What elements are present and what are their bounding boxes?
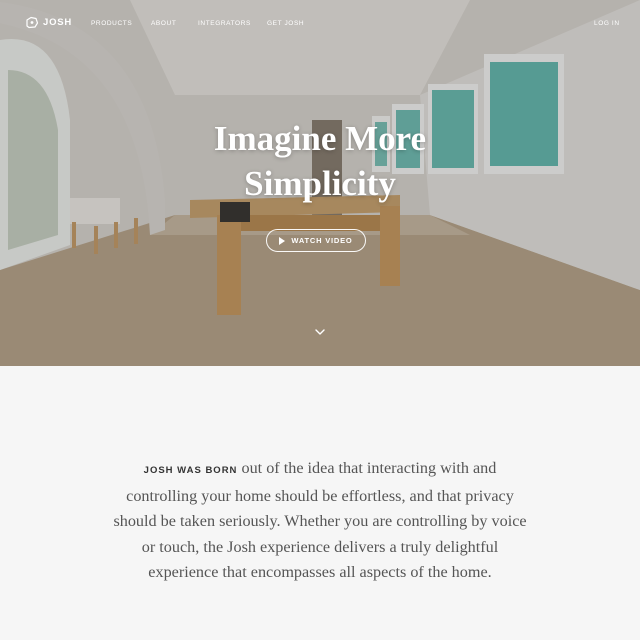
hero-headline: Imagine More Simplicity [0, 116, 640, 206]
hero-section: JOSH PRODUCTS ABOUT INTEGRATORS GET JOSH… [0, 0, 640, 366]
nav-link-products[interactable]: PRODUCTS [91, 20, 132, 27]
watch-video-label: WATCH VIDEO [291, 236, 353, 245]
hero-headline-line-1: Imagine More [213, 119, 427, 158]
intro-paragraph: JOSH WAS BORN out of the idea that inter… [110, 456, 530, 586]
top-nav: JOSH PRODUCTS ABOUT INTEGRATORS GET JOSH… [0, 0, 640, 48]
intro-body: out of the idea that interacting with an… [113, 459, 527, 581]
nav-link-integrators[interactable]: INTEGRATORS [198, 20, 251, 27]
josh-logo[interactable]: JOSH [25, 16, 72, 29]
watch-video-button[interactable]: WATCH VIDEO [266, 229, 366, 252]
nav-link-about[interactable]: ABOUT [151, 20, 176, 27]
brand-name: JOSH [43, 17, 73, 28]
josh-logo-icon [26, 16, 39, 29]
chevron-down-icon[interactable] [314, 328, 326, 336]
play-icon [279, 236, 286, 245]
hero-headline-line-2: Simplicity [244, 164, 396, 203]
intro-lead: JOSH WAS BORN [143, 465, 238, 476]
nav-link-get-josh[interactable]: GET JOSH [267, 20, 304, 27]
nav-link-log-in[interactable]: LOG IN [594, 20, 620, 27]
